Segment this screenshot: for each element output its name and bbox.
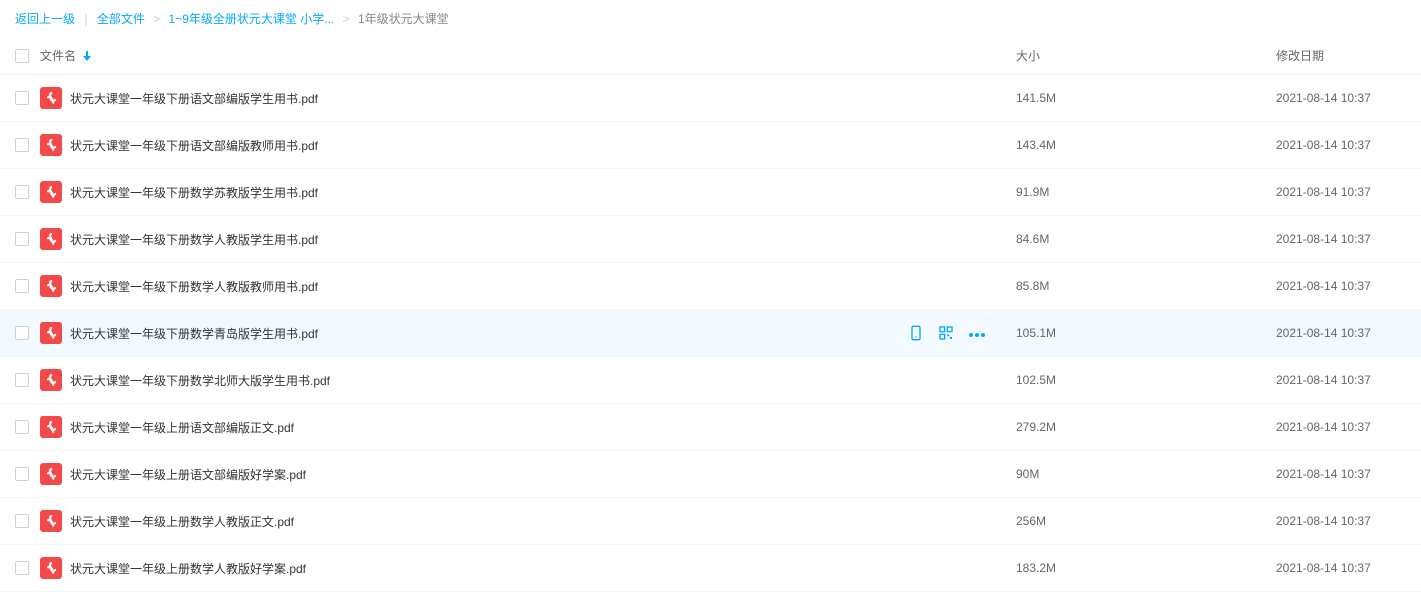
file-size: 102.5M [1016, 373, 1276, 387]
file-date: 2021-08-14 10:37 [1276, 373, 1406, 387]
header-size-label: 大小 [1016, 49, 1040, 63]
row-checkbox[interactable] [15, 138, 29, 152]
pdf-file-icon [40, 416, 62, 438]
row-checkbox[interactable] [15, 467, 29, 481]
header-size[interactable]: 大小 [1016, 47, 1276, 64]
file-row[interactable]: 状元大课堂一年级下册数学青岛版学生用书.pdf 105.1M2021-08-14 … [0, 310, 1421, 357]
file-date: 2021-08-14 10:37 [1276, 91, 1406, 105]
breadcrumb-separator: > [343, 12, 350, 26]
file-name[interactable]: 状元大课堂一年级下册语文部编版学生用书.pdf [70, 90, 318, 107]
breadcrumb-separator: > [153, 12, 160, 26]
file-size: 84.6M [1016, 232, 1276, 246]
file-name[interactable]: 状元大课堂一年级下册语文部编版教师用书.pdf [70, 137, 318, 154]
row-checkbox[interactable] [15, 326, 29, 340]
file-size: 141.5M [1016, 91, 1276, 105]
breadcrumb-path-link[interactable]: 1~9年级全册状元大课堂 小学... [169, 12, 335, 26]
file-row[interactable]: 状元大课堂一年级下册语文部编版学生用书.pdf 141.5M2021-08-14 … [0, 75, 1421, 122]
row-actions [908, 325, 986, 341]
row-checkbox[interactable] [15, 514, 29, 528]
header-date-label: 修改日期 [1276, 49, 1324, 63]
file-name[interactable]: 状元大课堂一年级下册数学人教版学生用书.pdf [70, 231, 318, 248]
file-name[interactable]: 状元大课堂一年级上册语文部编版好学案.pdf [70, 466, 306, 483]
file-date: 2021-08-14 10:37 [1276, 138, 1406, 152]
file-row[interactable]: 状元大课堂一年级下册数学人教版学生用书.pdf 84.6M2021-08-14 1… [0, 216, 1421, 263]
more-icon[interactable] [968, 326, 986, 340]
select-all-checkbox[interactable] [15, 49, 29, 63]
phone-icon[interactable] [908, 325, 924, 341]
row-checkbox[interactable] [15, 185, 29, 199]
pdf-file-icon [40, 510, 62, 532]
pdf-file-icon [40, 134, 62, 156]
pdf-file-icon [40, 369, 62, 391]
pdf-file-icon [40, 181, 62, 203]
file-date: 2021-08-14 10:37 [1276, 467, 1406, 481]
file-size: 183.2M [1016, 561, 1276, 575]
file-row[interactable]: 状元大课堂一年级下册数学人教版教师用书.pdf 85.8M2021-08-14 1… [0, 263, 1421, 310]
file-date: 2021-08-14 10:37 [1276, 279, 1406, 293]
file-size: 105.1M [1016, 326, 1276, 340]
breadcrumb: 返回上一级 | 全部文件 > 1~9年级全册状元大课堂 小学... > 1年级状… [0, 0, 1421, 37]
file-row[interactable]: 状元大课堂一年级下册语文部编版教师用书.pdf 143.4M2021-08-14 … [0, 122, 1421, 169]
breadcrumb-current: 1年级状元大课堂 [358, 12, 449, 26]
file-size: 85.8M [1016, 279, 1276, 293]
qr-icon[interactable] [938, 325, 954, 341]
file-date: 2021-08-14 10:37 [1276, 420, 1406, 434]
pdf-file-icon [40, 275, 62, 297]
breadcrumb-divider: | [84, 12, 87, 26]
row-checkbox[interactable] [15, 91, 29, 105]
file-name[interactable]: 状元大课堂一年级上册语文部编版正文.pdf [70, 419, 294, 436]
header-filename-label: 文件名 [40, 47, 76, 64]
breadcrumb-back-link[interactable]: 返回上一级 [15, 12, 75, 26]
file-name[interactable]: 状元大课堂一年级下册数学人教版教师用书.pdf [70, 278, 318, 295]
file-date: 2021-08-14 10:37 [1276, 514, 1406, 528]
file-size: 279.2M [1016, 420, 1276, 434]
pdf-file-icon [40, 87, 62, 109]
file-size: 91.9M [1016, 185, 1276, 199]
file-date: 2021-08-14 10:37 [1276, 561, 1406, 575]
file-size: 256M [1016, 514, 1276, 528]
row-checkbox[interactable] [15, 420, 29, 434]
row-checkbox[interactable] [15, 373, 29, 387]
file-row[interactable]: 状元大课堂一年级下册数学苏教版学生用书.pdf 91.9M2021-08-14 1… [0, 169, 1421, 216]
pdf-file-icon [40, 557, 62, 579]
breadcrumb-root-link[interactable]: 全部文件 [97, 12, 145, 26]
list-header-row: 文件名 大小 修改日期 [0, 37, 1421, 75]
pdf-file-icon [40, 322, 62, 344]
file-row[interactable]: 状元大课堂一年级上册语文部编版好学案.pdf 90M2021-08-14 10:3… [0, 451, 1421, 498]
file-date: 2021-08-14 10:37 [1276, 185, 1406, 199]
file-size: 143.4M [1016, 138, 1276, 152]
file-name[interactable]: 状元大课堂一年级上册数学人教版正文.pdf [70, 513, 294, 530]
file-name[interactable]: 状元大课堂一年级下册数学北师大版学生用书.pdf [70, 372, 330, 389]
pdf-file-icon [40, 463, 62, 485]
file-date: 2021-08-14 10:37 [1276, 232, 1406, 246]
file-name[interactable]: 状元大课堂一年级上册数学人教版好学案.pdf [70, 560, 306, 577]
file-date: 2021-08-14 10:37 [1276, 326, 1406, 340]
file-list: 状元大课堂一年级下册语文部编版学生用书.pdf141.5M2021-08-14 … [0, 75, 1421, 592]
file-name[interactable]: 状元大课堂一年级下册数学苏教版学生用书.pdf [70, 184, 318, 201]
file-row[interactable]: 状元大课堂一年级上册数学人教版好学案.pdf 183.2M2021-08-14 1… [0, 545, 1421, 592]
header-date[interactable]: 修改日期 [1276, 47, 1406, 64]
file-name[interactable]: 状元大课堂一年级下册数学青岛版学生用书.pdf [70, 325, 318, 342]
row-checkbox[interactable] [15, 232, 29, 246]
file-size: 90M [1016, 467, 1276, 481]
row-checkbox[interactable] [15, 561, 29, 575]
file-row[interactable]: 状元大课堂一年级上册语文部编版正文.pdf 279.2M2021-08-14 10… [0, 404, 1421, 451]
sort-arrow-down-icon [82, 50, 92, 62]
file-row[interactable]: 状元大课堂一年级上册数学人教版正文.pdf 256M2021-08-14 10:3… [0, 498, 1421, 545]
row-checkbox[interactable] [15, 279, 29, 293]
file-row[interactable]: 状元大课堂一年级下册数学北师大版学生用书.pdf 102.5M2021-08-14… [0, 357, 1421, 404]
pdf-file-icon [40, 228, 62, 250]
header-filename[interactable]: 文件名 [40, 47, 1016, 64]
